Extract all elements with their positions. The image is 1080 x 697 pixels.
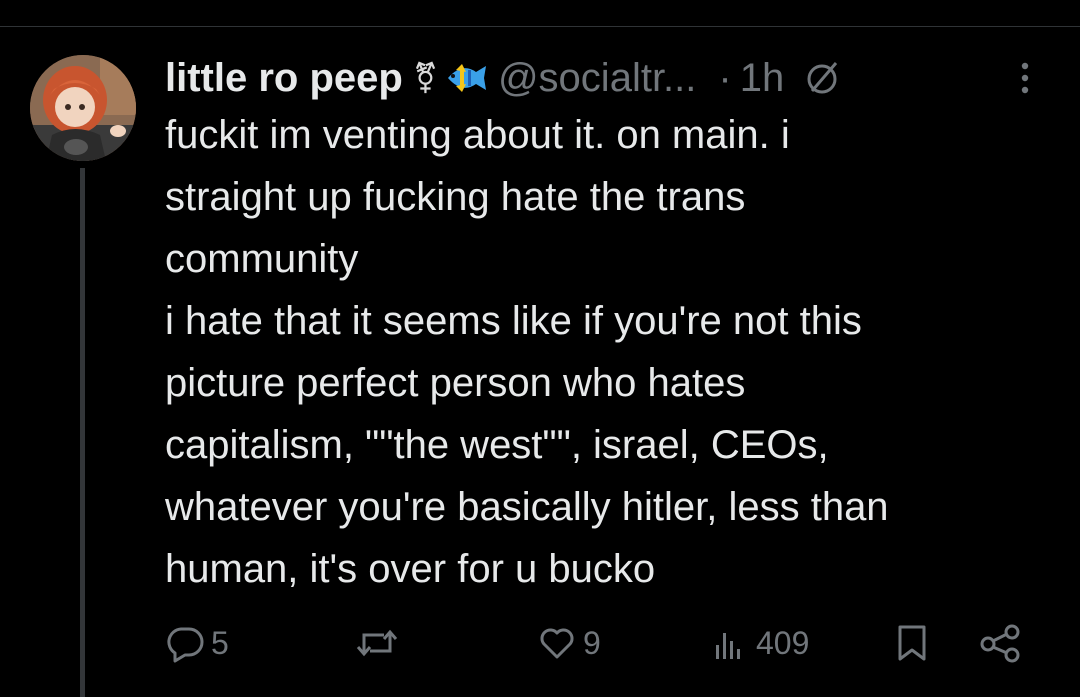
- tweet-text-line: human, it's over for u bucko: [165, 547, 656, 591]
- tweet-text-line: i hate that it seems like if you're not …: [165, 299, 862, 343]
- reply-count: 5: [211, 624, 229, 661]
- more-options-icon[interactable]: [1010, 58, 1040, 98]
- views-count: 409: [756, 624, 810, 661]
- tweet-header: little ro peep ⚧ @socialtr... · 1h: [165, 50, 842, 106]
- share-icon: [980, 624, 1020, 663]
- tweet-text: fuckit im venting about it. on main. i s…: [165, 104, 1065, 600]
- timestamp[interactable]: 1h: [740, 56, 785, 101]
- share-button[interactable]: [978, 615, 1022, 671]
- top-divider: [0, 26, 1080, 27]
- action-bar: 5 9 409: [0, 615, 1080, 671]
- repost-button[interactable]: [354, 615, 406, 671]
- tweet-text-line: capitalism, ""the west"", israel, CEOs,: [165, 423, 829, 467]
- tweet-text-line: picture perfect person who hates: [165, 361, 746, 405]
- circle-slash-icon: [802, 58, 842, 98]
- views-chart-icon: [716, 633, 740, 659]
- views-button[interactable]: 409: [710, 615, 809, 671]
- tweet-text-line: community: [165, 237, 359, 281]
- avatar[interactable]: [30, 55, 136, 161]
- like-count: 9: [583, 624, 601, 661]
- heart-icon: [540, 628, 574, 659]
- user-handle[interactable]: @socialtr...: [498, 56, 696, 101]
- tweet-text-line: straight up fucking hate the trans: [165, 175, 746, 219]
- bookmark-button[interactable]: [892, 615, 932, 671]
- repost-icon: [356, 629, 398, 657]
- reply-button[interactable]: 5: [165, 615, 229, 671]
- bookmark-icon: [898, 625, 926, 661]
- display-name[interactable]: little ro peep: [165, 56, 403, 101]
- transgender-symbol-icon: ⚧: [412, 61, 438, 95]
- tweet-text-line: whatever you're basically hitler, less t…: [165, 485, 889, 529]
- tweet-text-line: fuckit im venting about it. on main. i: [165, 113, 790, 157]
- reply-icon: [167, 627, 204, 663]
- avatar-illustration: [30, 55, 136, 161]
- like-button[interactable]: 9: [537, 615, 601, 671]
- tropical-fish-icon: [442, 58, 488, 98]
- separator-dot: ·: [718, 55, 732, 100]
